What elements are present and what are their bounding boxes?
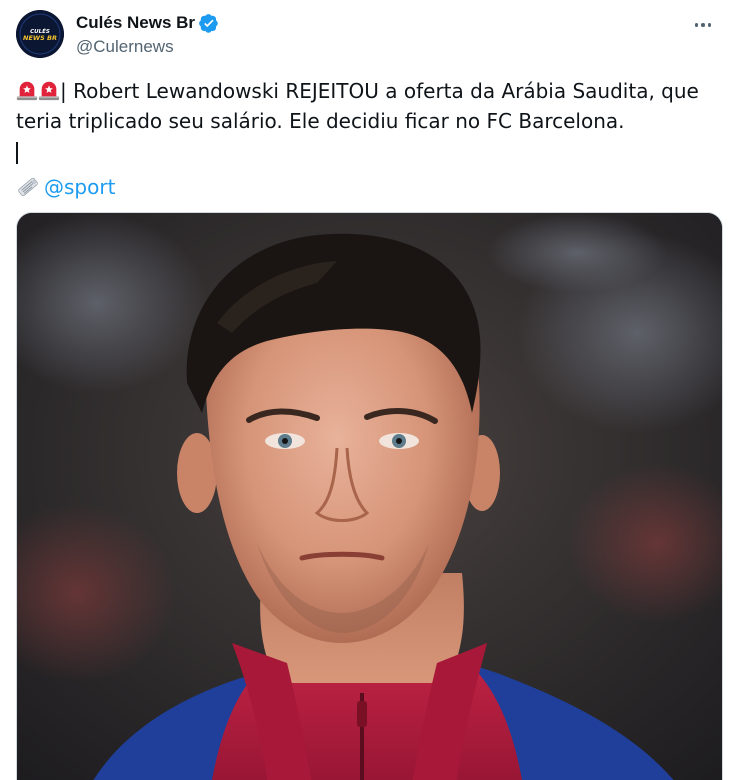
tweet-text-block: | Robert Lewandowski REJEITOU a oferta d…	[16, 76, 706, 202]
tweet-media-photo[interactable]	[16, 212, 723, 780]
account-handle[interactable]: @Culernews	[76, 36, 219, 58]
siren-emoji-icon	[38, 81, 60, 101]
siren-emoji-icon	[16, 81, 38, 101]
avatar[interactable]: CULÉS NEWS BR	[16, 10, 64, 58]
more-options-icon[interactable]	[692, 14, 714, 36]
tweet-card[interactable]: CULÉS NEWS BR Culés News Br @Culernews |…	[0, 0, 732, 780]
newspaper-emoji-icon	[18, 177, 38, 197]
source-line: @sport	[16, 172, 706, 202]
display-name-row[interactable]: Culés News Br	[76, 12, 219, 34]
verified-badge-icon	[199, 14, 218, 33]
account-names: Culés News Br @Culernews	[76, 12, 219, 58]
tweet-text-paragraph: | Robert Lewandowski REJEITOU a oferta d…	[16, 76, 706, 136]
avatar-logo-icon: CULÉS NEWS BR	[16, 10, 64, 58]
text-cursor	[16, 142, 18, 164]
player-photo-icon	[17, 213, 722, 780]
tweet-header: CULÉS NEWS BR Culés News Br @Culernews	[16, 8, 716, 60]
display-name[interactable]: Culés News Br	[76, 12, 195, 34]
tweet-text: | Robert Lewandowski REJEITOU a oferta d…	[16, 79, 699, 133]
avatar-text-bottom: NEWS BR	[23, 34, 57, 42]
source-mention-link[interactable]: @sport	[44, 172, 115, 202]
